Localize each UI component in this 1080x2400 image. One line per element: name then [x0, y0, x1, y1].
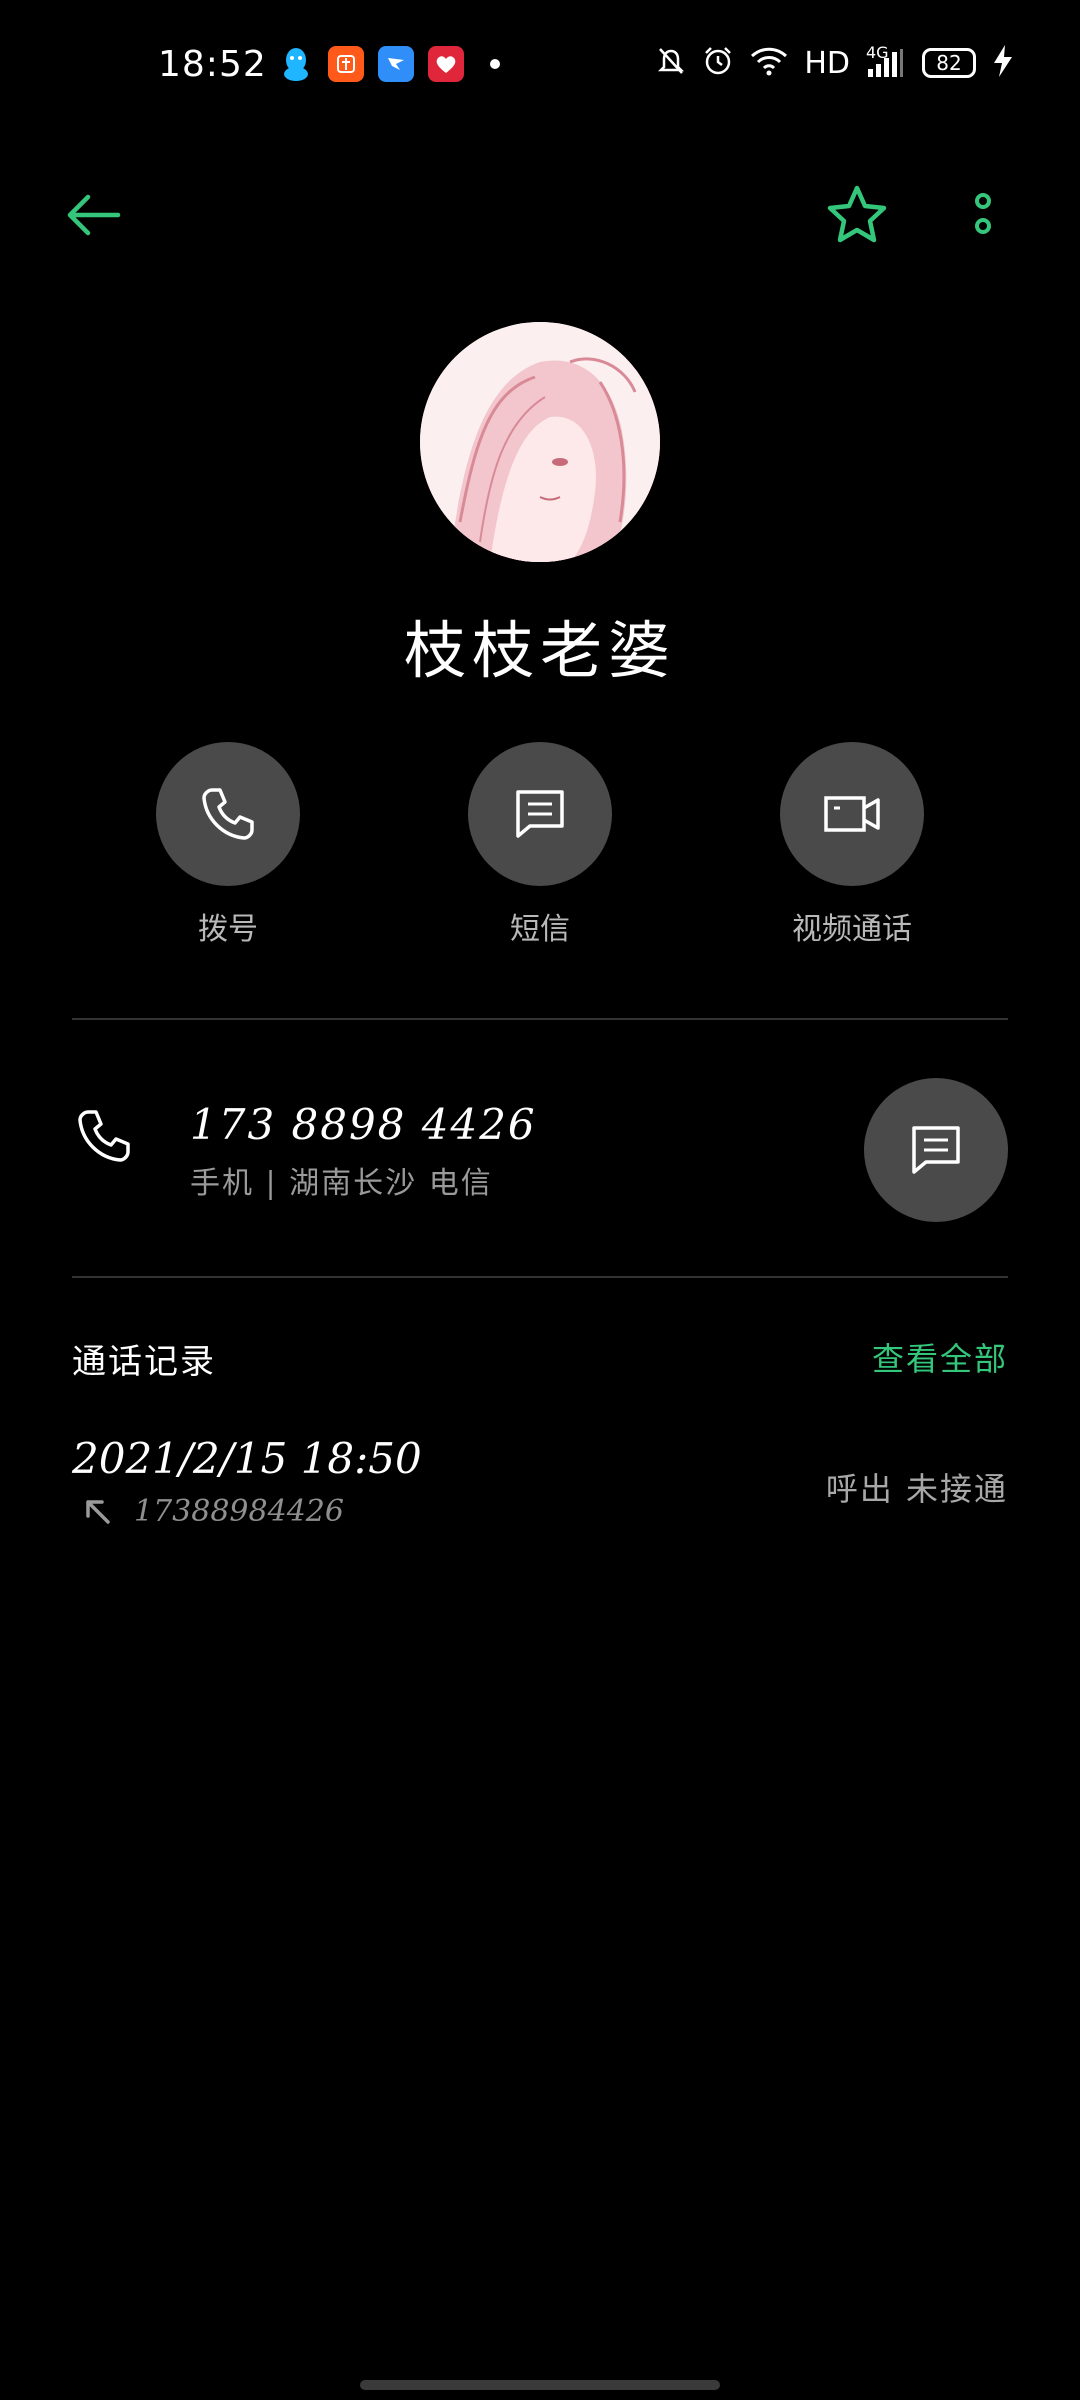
avatar-illustration [420, 322, 660, 562]
battery-indicator: 82 [922, 48, 976, 78]
call-log-title: 通话记录 [72, 1342, 216, 1382]
contact-name: 枝枝老婆 [403, 614, 676, 687]
quick-action-label: 短信 [510, 912, 570, 947]
qq-icon [278, 46, 314, 82]
quick-action-message[interactable]: 短信 [420, 742, 660, 948]
status-time: 18:52 [158, 44, 267, 85]
call-log-header: 通话记录 查看全部 [72, 1334, 1008, 1384]
home-indicator[interactable] [360, 2380, 720, 2390]
more-vertical-icon [975, 193, 991, 234]
notification-dot [490, 59, 500, 69]
dingtalk-icon [378, 46, 414, 82]
more-options-button[interactable] [948, 180, 1018, 250]
call-log-entry[interactable]: 2021/2/15 18:50 17388984426 呼出 未接通 [72, 1434, 1008, 1554]
phone-number-subtitle: 手机 | 湖南长沙 电信 [190, 1166, 493, 1201]
quick-action-label: 视频通话 [792, 912, 912, 947]
video-icon [824, 796, 880, 832]
status-app-icons [278, 46, 500, 82]
divider [72, 1276, 1008, 1278]
contact-avatar[interactable] [420, 322, 660, 562]
divider [72, 1018, 1008, 1020]
heart-app-icon [428, 46, 464, 82]
top-action-bar [0, 180, 1080, 250]
quick-action-video[interactable]: 视频通话 [732, 742, 972, 948]
mute-icon [656, 45, 686, 81]
call-log-status: 呼出 未接通 [825, 1470, 1008, 1508]
signal-icon: 4G [866, 43, 906, 79]
back-button[interactable] [60, 180, 130, 250]
quick-action-label: 拨号 [198, 912, 258, 947]
phone-number: 173 8898 4426 [190, 1100, 537, 1149]
view-all-link[interactable]: 查看全部 [872, 1334, 1008, 1380]
message-icon [912, 1126, 960, 1174]
status-right: HD 4G 82 [656, 43, 1014, 82]
network-label: 4G [866, 43, 889, 62]
quick-action-call[interactable]: 拨号 [108, 742, 348, 948]
video-call-button[interactable] [780, 742, 924, 886]
arrow-left-icon [67, 194, 121, 236]
message-button[interactable] [468, 742, 612, 886]
phone-icon [202, 788, 254, 840]
status-bar: 18:52 HD 4G 82 [0, 40, 1080, 96]
wifi-icon [750, 46, 788, 80]
phone-icon [74, 1106, 144, 1176]
outgoing-call-arrow-icon [82, 1496, 116, 1530]
charging-icon [992, 44, 1014, 82]
call-button[interactable] [156, 742, 300, 886]
message-icon [516, 790, 564, 838]
send-message-button[interactable] [864, 1078, 1008, 1222]
hd-label: HD [804, 45, 850, 81]
taobao-icon [328, 46, 364, 82]
quick-actions: 拨号 短信 视频通话 [0, 742, 1080, 962]
phone-number-row[interactable]: 173 8898 4426 手机 | 湖南长沙 电信 [0, 1070, 1080, 1230]
alarm-icon [702, 45, 734, 81]
call-log-time: 2021/2/15 18:50 [72, 1434, 422, 1483]
contact-detail-screen: 18:52 HD 4G 82 枝枝老婆 拨号 短信 视频通话 173 8898 … [0, 0, 1080, 2400]
call-log-number: 17388984426 [134, 1494, 344, 1529]
star-icon [827, 185, 887, 243]
favorite-button[interactable] [822, 180, 892, 250]
